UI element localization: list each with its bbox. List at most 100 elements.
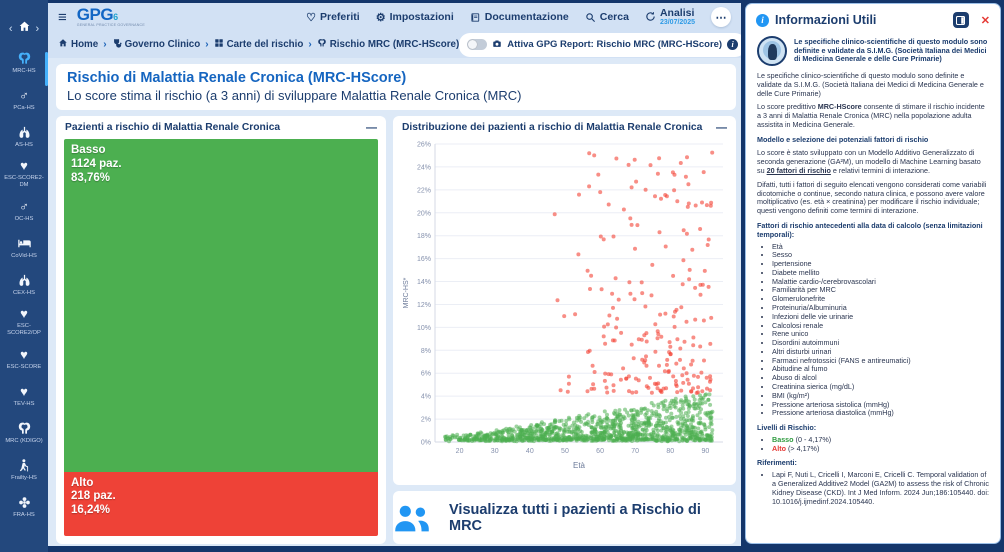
menu-item-analisi[interactable]: Analisi23/07/2025 (645, 8, 695, 26)
sidebar-item-covid-hs[interactable]: CoVid-HS (0, 229, 48, 266)
sidebar-scroll-indicator[interactable] (45, 52, 48, 86)
hamburger-menu-icon[interactable]: ≡ (58, 9, 67, 26)
stacked-bar-chart: Basso1124 paz.83,76% Alto218 paz.16,24% (64, 139, 378, 536)
breadcrumb-item-home[interactable]: Home (58, 38, 98, 51)
svg-text:60: 60 (596, 448, 604, 455)
risk-segment-alto[interactable]: Alto218 paz.16,24% (64, 472, 378, 536)
segment-label: Basso1124 paz.83,76% (71, 144, 122, 185)
menu-item-preferiti[interactable]: ♡Preferiti (306, 11, 360, 24)
male-icon: ♂ (19, 88, 29, 103)
heart-icon: ♥ (20, 384, 28, 399)
references-list: Lapi F, Nuti L, Cricelli I, Marconi E, C… (757, 471, 989, 506)
sidebar-item-as-hs[interactable]: AS-HS (0, 118, 48, 155)
dock-icon[interactable] (953, 12, 969, 28)
more-menu-icon[interactable]: ⋯ (711, 7, 731, 27)
sidebar-item-mrc-kdigo[interactable]: MRC (KDIGO) (0, 414, 48, 451)
breadcrumb-separator: › (103, 39, 106, 50)
sidebar-item-label: TEV-HS (14, 401, 35, 408)
sidebar-item-esc-score[interactable]: ♥ESC-SCORE (0, 340, 48, 377)
title-card: Rischio di Malattia Renale Cronica (MRC-… (56, 64, 736, 110)
svg-text:Età: Età (573, 461, 586, 470)
scatter-card-collapse-icon[interactable]: — (716, 124, 727, 132)
risk-summary-card: Pazienti a rischio di Malattia Renale Cr… (56, 116, 386, 544)
sidebar-item-pca-hs[interactable]: ♂ PCa-HS (0, 81, 48, 118)
sidebar-item-label: MRC (KDIGO) (5, 438, 42, 445)
svg-text:22%: 22% (417, 187, 431, 194)
sidebar-item-label: ESC-SCORE2/OP (1, 323, 47, 336)
heart-icon: ♥ (20, 158, 28, 173)
close-icon[interactable]: ✕ (981, 14, 990, 27)
paragraph-validation: Le specifiche clinico-scientifiche di qu… (757, 72, 989, 98)
summary-card-collapse-icon[interactable]: — (366, 124, 377, 132)
risk-factor-item: Età (772, 243, 989, 252)
refresh-icon (645, 11, 656, 22)
sidebar-nav: ‹ › (0, 14, 48, 44)
heading-references: Riferimenti: (757, 459, 989, 468)
sidebar-item-label: ESC-SCORE2-DM (1, 175, 47, 188)
logo-sup: 6 (113, 13, 118, 22)
breadcrumb-item-rischio-mrc-mrc-hscore[interactable]: Rischio MRC (MRC-HScore) (317, 38, 460, 51)
heading-levels: Livelli di Rischio: (757, 424, 989, 433)
sidebar-next-icon[interactable]: › (36, 23, 40, 35)
sidebar-item-label: CEX-HS (13, 290, 35, 297)
toggle-label: Attiva GPG Report: Rischio MRC (MRC-HSco… (507, 39, 722, 50)
people-icon (393, 503, 431, 533)
sidebar-item-esc-score2-op[interactable]: ♥ESC-SCORE2/OP (0, 303, 48, 340)
menu-item-impostazioni[interactable]: ⚙Impostazioni (376, 11, 454, 24)
sidebar-item-tev-hs[interactable]: ♥ TEV-HS (0, 377, 48, 414)
bed-icon (17, 236, 32, 251)
report-icon (492, 36, 502, 54)
sidebar-item-mrc-hs[interactable]: MRC-HS (0, 44, 48, 81)
summary-card-title: Pazienti a rischio di Malattia Renale Cr… (65, 122, 280, 133)
home-icon[interactable] (18, 20, 31, 38)
toggle-info-icon[interactable]: i (727, 39, 738, 50)
sidebar-item-oc-hs[interactable]: ♂OC-HS (0, 192, 48, 229)
page-subtitle: Lo score stima il rischio (a 3 anni) di … (67, 88, 725, 103)
svg-text:16%: 16% (417, 256, 431, 263)
svg-text:40: 40 (526, 448, 534, 455)
sidebar-item-cex-hs[interactable]: CEX-HS (0, 266, 48, 303)
menu-item-documentazione[interactable]: Documentazione (470, 11, 569, 23)
svg-text:0%: 0% (421, 440, 431, 447)
toggle-switch[interactable] (467, 39, 487, 50)
scatter-card-title: Distribuzione dei pazienti a rischio di … (402, 122, 702, 133)
sidebar-item-frailty-hs[interactable]: Frailty-HS (0, 451, 48, 488)
risk-factors-list: EtàSessoIpertensioneDiabete mellitoMalat… (757, 243, 989, 419)
person-icon (17, 458, 32, 473)
sidebar-item-label: CoVid-HS (11, 253, 37, 260)
breadcrumb-separator: › (205, 39, 208, 50)
flower-icon (17, 495, 32, 510)
gpg-logo[interactable]: GPG 6 GENERAL PRACTICE GOVERNANCE (77, 6, 145, 28)
sidebar-prev-icon[interactable]: ‹ (9, 23, 13, 35)
breadcrumb-item-governo-clinico[interactable]: Governo Clinico (112, 38, 201, 51)
gpg-report-toggle[interactable]: Attiva GPG Report: Rischio MRC (MRC-HSco… (459, 33, 741, 57)
scatter-card: Distribuzione dei pazienti a rischio di … (393, 116, 736, 485)
sidebar-item-fra-hs[interactable]: FRA-HS (0, 488, 48, 525)
sidebar-item-label: PCa-HS (13, 105, 34, 112)
svg-text:80: 80 (666, 448, 674, 455)
svg-text:MRC-HS*: MRC-HS* (403, 277, 410, 308)
view-patients-button[interactable]: Visualizza tutti i pazienti a Rischio di… (393, 491, 736, 544)
breadcrumb-item-carte-del-rischio[interactable]: Carte del rischio (214, 38, 304, 51)
info-panel: i Informazioni Utili ✕ Le specifiche cli… (745, 3, 1001, 544)
male-icon: ♂ (19, 199, 29, 214)
risk-segment-basso[interactable]: Basso1124 paz.83,76% (64, 139, 378, 472)
info-panel-title: Informazioni Utili (775, 13, 947, 27)
breadcrumb-bar: Home›Governo Clinico›Carte del rischio›R… (48, 31, 741, 58)
page-title: Rischio di Malattia Renale Cronica (MRC-… (67, 70, 725, 86)
risk-levels-list: Basso (0 - 4,17%)Alto (> 4,17%) (757, 436, 989, 454)
menu-item-cerca[interactable]: Cerca (585, 11, 629, 23)
svg-text:14%: 14% (417, 279, 431, 286)
risk-level-alto: Alto (> 4,17%) (772, 445, 989, 454)
kidney-icon (17, 421, 32, 436)
top-menu: ♡Preferiti ⚙Impostazioni Documentazione Cer… (306, 7, 731, 27)
svg-text:20: 20 (456, 448, 464, 455)
info-panel-header: i Informazioni Utili ✕ (746, 4, 1000, 33)
lungs-icon (17, 125, 32, 140)
svg-text:4%: 4% (421, 394, 431, 401)
page-content: Rischio di Malattia Renale Cronica (MRC-… (48, 58, 741, 544)
heading-factors: Fattori di rischio antecedenti alla data… (757, 222, 989, 240)
svg-text:10%: 10% (417, 325, 431, 332)
sidebar-item-esc-score2-dm[interactable]: ♥ ESC-SCORE2-DM (0, 155, 48, 192)
svg-text:24%: 24% (417, 164, 431, 171)
